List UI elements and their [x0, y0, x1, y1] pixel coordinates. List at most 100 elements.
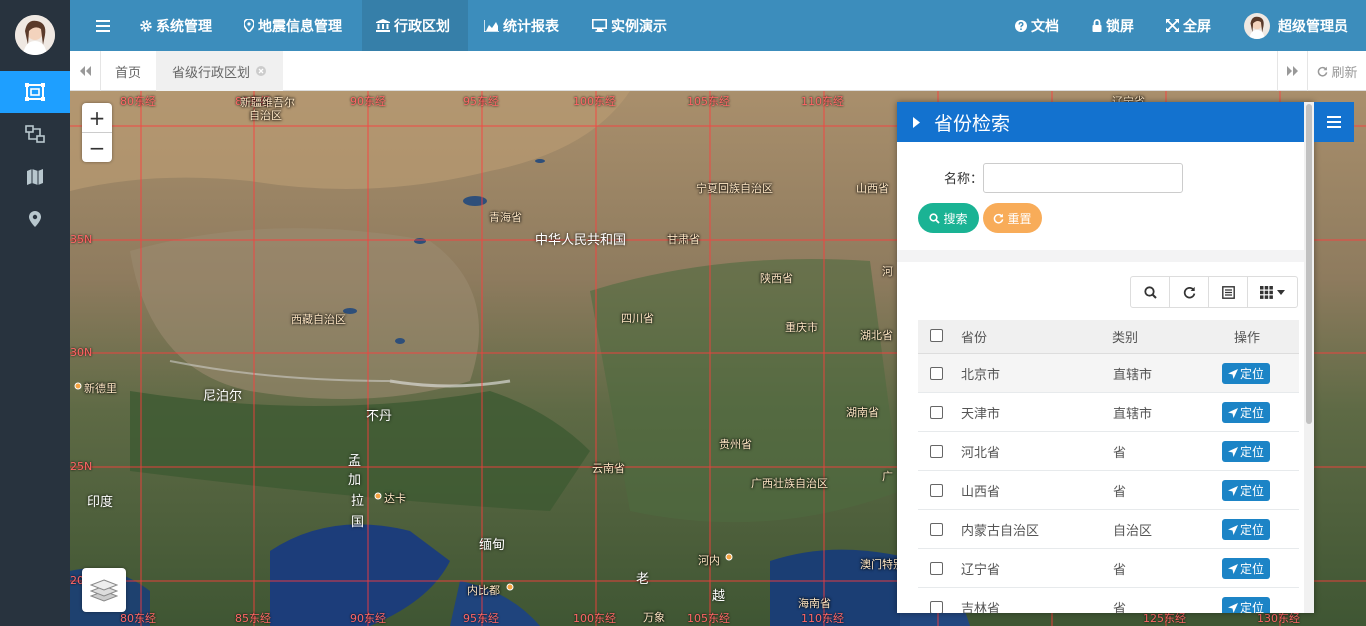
- graticule-label: 105东经: [687, 612, 730, 625]
- table-search-button[interactable]: [1130, 276, 1170, 308]
- place-label: 重庆市: [785, 321, 818, 334]
- place-label: 宁夏回族自治区: [696, 182, 773, 195]
- column-header[interactable]: 省份: [961, 320, 987, 352]
- place-label: 河: [882, 265, 893, 278]
- province-type: 省: [1113, 484, 1127, 500]
- tab-scroll-right[interactable]: [1277, 51, 1308, 91]
- graticule-label: 80东经: [120, 95, 156, 108]
- table-columns-dropdown[interactable]: [1247, 276, 1298, 308]
- nav-administrative-division[interactable]: 行政区划: [362, 0, 468, 51]
- panel-menu-button[interactable]: [1314, 102, 1354, 142]
- locate-button[interactable]: 定位: [1222, 519, 1270, 540]
- province-type: 省: [1113, 601, 1127, 614]
- country-label: 尼泊尔: [203, 389, 243, 404]
- nav-lock-screen[interactable]: 锁屏: [1092, 0, 1134, 51]
- row-checkbox[interactable]: [930, 354, 943, 392]
- row-checkbox[interactable]: [930, 510, 943, 548]
- row-checkbox[interactable]: [930, 588, 943, 613]
- column-header[interactable]: 类别: [1112, 320, 1138, 352]
- graticule-label: 95东经: [463, 95, 499, 108]
- place-label: 万象: [643, 611, 665, 624]
- graticule-label: 100东经: [573, 612, 616, 625]
- locate-button[interactable]: 定位: [1222, 480, 1270, 501]
- sidebar-item-map[interactable]: [0, 156, 70, 198]
- nav-statistics[interactable]: 统计报表: [484, 0, 559, 51]
- table-row[interactable]: 北京市 直辖市 定位: [918, 354, 1299, 393]
- panel-scrollbar[interactable]: [1304, 102, 1314, 613]
- graticule-label: 90东经: [350, 612, 386, 625]
- user-avatar[interactable]: [15, 15, 55, 55]
- row-checkbox[interactable]: [930, 471, 943, 509]
- lock-icon: [1092, 19, 1102, 32]
- sidebar-item-network[interactable]: [0, 113, 70, 155]
- double-right-icon: [1287, 66, 1298, 76]
- row-checkbox[interactable]: [930, 393, 943, 431]
- nav-docs[interactable]: 文档: [1015, 0, 1059, 51]
- graticule-label: 30N: [70, 346, 93, 359]
- close-icon[interactable]: [256, 66, 267, 76]
- graticule-label: 110东经: [801, 95, 844, 108]
- place-label: 西藏自治区: [291, 313, 346, 326]
- province-name: 北京市: [961, 367, 1001, 383]
- double-left-icon: [80, 66, 91, 76]
- province-type: 直辖市: [1113, 406, 1153, 422]
- nav-demo[interactable]: 实例演示: [592, 0, 667, 51]
- layers-icon: [90, 579, 118, 602]
- layer-switcher-button[interactable]: [82, 568, 126, 612]
- locate-button[interactable]: 定位: [1222, 363, 1270, 384]
- table-row[interactable]: 辽宁省 省 定位: [918, 549, 1299, 588]
- search-button[interactable]: 搜索: [918, 203, 979, 233]
- sidebar-item-location[interactable]: [0, 198, 70, 240]
- tab-province-division[interactable]: 省级行政区划: [156, 51, 283, 91]
- panel-header[interactable]: 省份检索: [897, 102, 1314, 142]
- desktop-icon: [592, 19, 607, 32]
- location-arrow-icon: [1227, 446, 1238, 457]
- locate-button[interactable]: 定位: [1222, 558, 1270, 579]
- row-checkbox[interactable]: [930, 549, 943, 587]
- nav-label: 地震信息管理: [258, 18, 342, 35]
- place-label: 陕西省: [760, 272, 793, 285]
- nav-fullscreen[interactable]: 全屏: [1166, 0, 1211, 51]
- table-refresh-button[interactable]: [1169, 276, 1209, 308]
- zoom-in-button[interactable]: +: [82, 103, 112, 133]
- sidebar-toggle[interactable]: [96, 0, 110, 51]
- locate-button[interactable]: 定位: [1222, 441, 1270, 462]
- tab-home[interactable]: 首页: [100, 51, 156, 91]
- table-row[interactable]: 内蒙古自治区 自治区 定位: [918, 510, 1299, 549]
- place-label: 湖南省: [846, 406, 879, 419]
- nav-system-management[interactable]: 系统管理: [140, 0, 212, 51]
- user-menu[interactable]: 超级管理员: [1244, 0, 1348, 51]
- select-all-checkbox[interactable]: [930, 320, 943, 350]
- refresh-button[interactable]: 刷新: [1307, 51, 1366, 91]
- table-row[interactable]: 天津市 直辖市 定位: [918, 393, 1299, 432]
- nav-earthquake-info[interactable]: 地震信息管理: [244, 0, 342, 51]
- reset-button[interactable]: 重置: [983, 203, 1042, 233]
- table-row[interactable]: 河北省 省 定位: [918, 432, 1299, 471]
- country-label: 缅甸: [479, 538, 506, 553]
- row-checkbox[interactable]: [930, 432, 943, 470]
- country-label: 拉: [351, 494, 365, 509]
- table-toggle-view-button[interactable]: [1208, 276, 1248, 308]
- country-label: 不丹: [366, 409, 393, 424]
- locate-button[interactable]: 定位: [1222, 402, 1270, 423]
- zoom-out-button[interactable]: −: [82, 133, 112, 162]
- scrollbar-thumb[interactable]: [1306, 104, 1312, 424]
- name-input[interactable]: [983, 163, 1183, 193]
- location-arrow-icon: [1227, 563, 1238, 574]
- table-row[interactable]: 吉林省 省 定位: [918, 588, 1299, 613]
- graticule-label: 35N: [70, 233, 93, 246]
- location-arrow-icon: [1227, 524, 1238, 535]
- place-label: 内比都: [467, 584, 500, 597]
- sidebar-item-map-frame[interactable]: [0, 71, 70, 113]
- locate-button[interactable]: 定位: [1222, 597, 1270, 613]
- tab-scroll-left[interactable]: [70, 51, 101, 91]
- collapse-caret-icon[interactable]: [913, 116, 920, 128]
- user-name: 超级管理员: [1278, 18, 1348, 35]
- refresh-label: 刷新: [1331, 65, 1358, 81]
- search-icon: [929, 212, 941, 224]
- locate-label: 定位: [1239, 562, 1264, 576]
- place-label: 达卡: [384, 492, 406, 505]
- province-name: 天津市: [961, 406, 1001, 422]
- screen-frame-icon: [25, 83, 45, 101]
- table-row[interactable]: 山西省 省 定位: [918, 471, 1299, 510]
